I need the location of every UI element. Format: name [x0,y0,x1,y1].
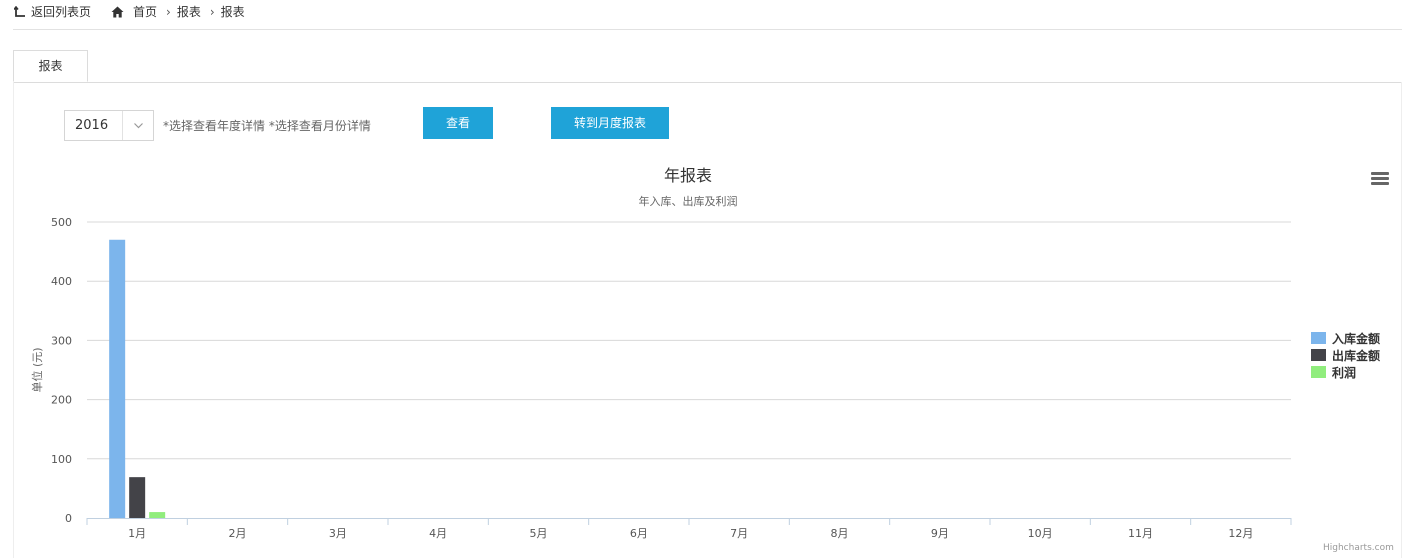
x-tick-label: 9月 [931,527,949,540]
x-tick-label: 11月 [1128,527,1153,540]
annual-report-chart: 年报表 年入库、出库及利润 单位 (元) 0 100 200 300 400 500 1月… [30,166,1380,540]
y-tick-label: 400 [51,275,72,288]
bar[interactable] [149,512,166,518]
x-tick-label: 6月 [630,527,648,540]
y-tick-labels: 0 100 200 300 400 500 [51,216,72,525]
y-tick-label: 200 [51,394,72,407]
highcharts-credit[interactable]: Highcharts.com [1323,543,1394,553]
chart-menu-icon[interactable] [1371,172,1389,186]
y-axis-label: 单位 (元) [30,347,44,392]
legend-swatch[interactable] [1311,349,1326,361]
x-tick-label: 5月 [530,527,548,540]
legend-item-label[interactable]: 利润 [1332,365,1356,380]
y-gridlines [87,221,1291,460]
y-tick-label: 500 [51,216,72,229]
x-tick-label: 7月 [730,527,748,540]
legend-item-label[interactable]: 入库金额 [1332,331,1380,346]
y-tick-label: 100 [51,453,72,466]
x-tick-label: 3月 [329,527,347,540]
chart-legend: 入库金额出库金额利润 [1311,331,1380,380]
legend-swatch[interactable] [1311,366,1326,378]
chart-subtitle: 年入库、出库及利润 [639,194,738,208]
bar[interactable] [129,477,146,518]
x-tick-label: 4月 [429,527,447,540]
legend-item-label[interactable]: 出库金额 [1332,348,1380,363]
x-axis: 1月 2月 3月 4月 5月 6月 7月 8月 9月 10月 11月 12月 [86,518,1292,540]
y-tick-label: 300 [51,334,72,347]
y-tick-label: 0 [65,512,72,525]
legend-swatch[interactable] [1311,332,1326,344]
x-tick-label: 1月 [128,527,146,540]
x-tick-label: 12月 [1228,527,1253,540]
x-tick-label: 8月 [831,527,849,540]
chart-title: 年报表 [664,166,712,185]
x-tick-label: 2月 [229,527,247,540]
x-tick-label: 10月 [1028,527,1053,540]
bar[interactable] [109,239,126,518]
